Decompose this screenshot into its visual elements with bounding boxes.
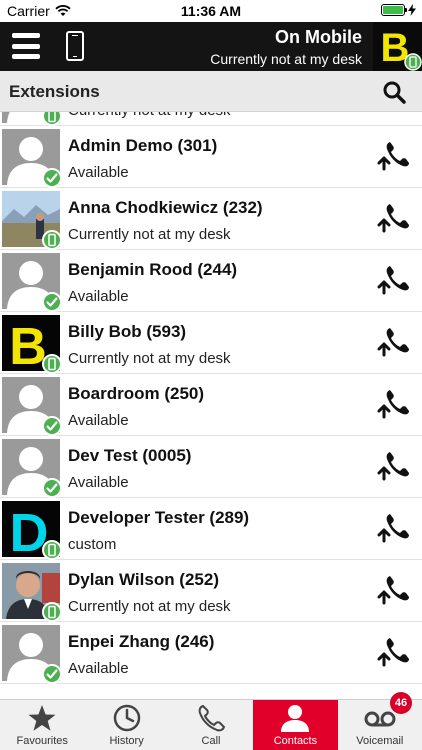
my-avatar[interactable]: B <box>373 22 422 71</box>
contact-name: Billy Bob (593) <box>68 322 187 341</box>
on-mobile-icon <box>42 354 62 374</box>
tab-favourites[interactable]: Favourites <box>0 700 84 750</box>
tab-contacts[interactable]: Contacts <box>253 700 338 750</box>
transfer-call-icon[interactable] <box>374 201 410 237</box>
transfer-call-icon[interactable] <box>374 112 410 113</box>
on-mobile-icon <box>42 602 62 622</box>
available-check-icon <box>42 664 62 684</box>
tab-label: Favourites <box>16 735 68 747</box>
status-bar: Carrier 11:36 AM <box>0 0 422 22</box>
transfer-call-icon[interactable] <box>374 449 410 485</box>
person-icon <box>281 705 310 732</box>
transfer-call-icon[interactable] <box>374 325 410 361</box>
available-check-icon <box>42 168 62 188</box>
transfer-call-icon[interactable] <box>374 139 410 175</box>
contact-status: Available <box>68 660 129 677</box>
available-check-icon <box>42 416 62 436</box>
contact-status: Currently not at my desk <box>68 598 231 615</box>
tab-call[interactable]: Call <box>169 700 253 750</box>
avatar <box>2 439 62 498</box>
star-icon <box>28 705 56 731</box>
mobile-phone-icon[interactable] <box>66 31 84 61</box>
phone-icon <box>198 704 226 732</box>
contact-row[interactable]: Boardroom (250) Available <box>0 374 422 436</box>
presence-title: On Mobile <box>275 27 362 47</box>
contact-status: Available <box>68 288 129 305</box>
avatar <box>2 129 62 188</box>
contact-status: custom <box>68 536 117 553</box>
on-mobile-icon <box>42 540 62 560</box>
tab-bar: Favourites History Call Contacts 46 Voic… <box>0 692 422 750</box>
battery-icon <box>381 4 407 16</box>
contact-row[interactable]: Dylan Wilson (252) Currently not at my de… <box>0 560 422 622</box>
contact-row[interactable]: Enpei Zhang (246) Available <box>0 622 422 684</box>
contact-name: Benjamin Rood (244) <box>68 260 238 279</box>
transfer-call-icon[interactable] <box>374 263 410 299</box>
contact-name: Dev Test (0005) <box>68 446 192 465</box>
tab-label: Contacts <box>273 735 318 747</box>
available-check-icon <box>42 478 62 498</box>
available-check-icon <box>42 292 62 312</box>
contact-name: Boardroom (250) <box>68 384 205 403</box>
avatar <box>2 191 62 250</box>
section-header: Extensions <box>0 71 422 112</box>
on-mobile-icon <box>42 230 62 250</box>
top-bar: On Mobile Currently not at my desk B <box>0 22 422 71</box>
contact-row[interactable]: Anna Chodkiewicz (232) Currently not at m… <box>0 188 422 250</box>
contact-row[interactable]: Benjamin Rood (244) Available <box>0 250 422 312</box>
contact-status: Available <box>68 164 129 181</box>
contact-row[interactable]: Dev Test (0005) Available <box>0 436 422 498</box>
tab-label: Voicemail <box>356 735 404 747</box>
contact-row[interactable]: Currently not at my desk <box>0 112 422 126</box>
status-time: 11:36 AM <box>180 3 242 19</box>
contact-row[interactable]: B Billy Bob (593) Currently not at my desk <box>0 312 422 374</box>
contact-name: Admin Demo (301) <box>68 136 218 155</box>
avatar <box>2 377 62 436</box>
avatar <box>2 563 62 622</box>
contact-list[interactable]: Currently not at my desk Admin Demo (301)… <box>0 112 422 699</box>
tab-label: History <box>109 735 144 747</box>
contact-status: Available <box>68 474 129 491</box>
contact-status: Currently not at my desk <box>68 350 231 367</box>
avatar <box>2 112 62 126</box>
charging-bolt-icon <box>408 4 416 16</box>
voicemail-count-badge: 46 <box>390 692 413 714</box>
avatar <box>2 253 62 312</box>
transfer-call-icon[interactable] <box>374 511 410 547</box>
hamburger-menu-icon[interactable] <box>12 33 40 59</box>
contact-name: Enpei Zhang (246) <box>68 632 215 651</box>
transfer-call-icon[interactable] <box>374 573 410 609</box>
contact-name: Developer Tester (289) <box>68 508 250 527</box>
presence-subtitle: Currently not at my desk <box>210 51 362 67</box>
tab-label: Call <box>201 735 221 747</box>
contact-name: Dylan Wilson (252) <box>68 570 219 589</box>
avatar <box>2 625 62 684</box>
contact-name: Anna Chodkiewicz (232) <box>68 198 263 217</box>
tab-voicemail[interactable]: 46 Voicemail <box>338 692 422 750</box>
search-icon[interactable] <box>382 80 406 104</box>
section-title: Extensions <box>9 82 100 101</box>
avatar: D <box>2 501 62 560</box>
contact-status: Currently not at my desk <box>68 226 231 243</box>
contact-row[interactable]: D Developer Tester (289) custom <box>0 498 422 560</box>
avatar: B <box>2 315 62 374</box>
on-mobile-icon <box>42 112 62 126</box>
contact-status: Available <box>68 412 129 429</box>
contact-status: Currently not at my desk <box>68 112 231 119</box>
transfer-call-icon[interactable] <box>374 387 410 423</box>
transfer-call-icon[interactable] <box>374 635 410 671</box>
contact-row[interactable]: Admin Demo (301) Available <box>0 126 422 188</box>
clock-icon <box>113 704 140 732</box>
tab-history[interactable]: History <box>84 700 168 750</box>
